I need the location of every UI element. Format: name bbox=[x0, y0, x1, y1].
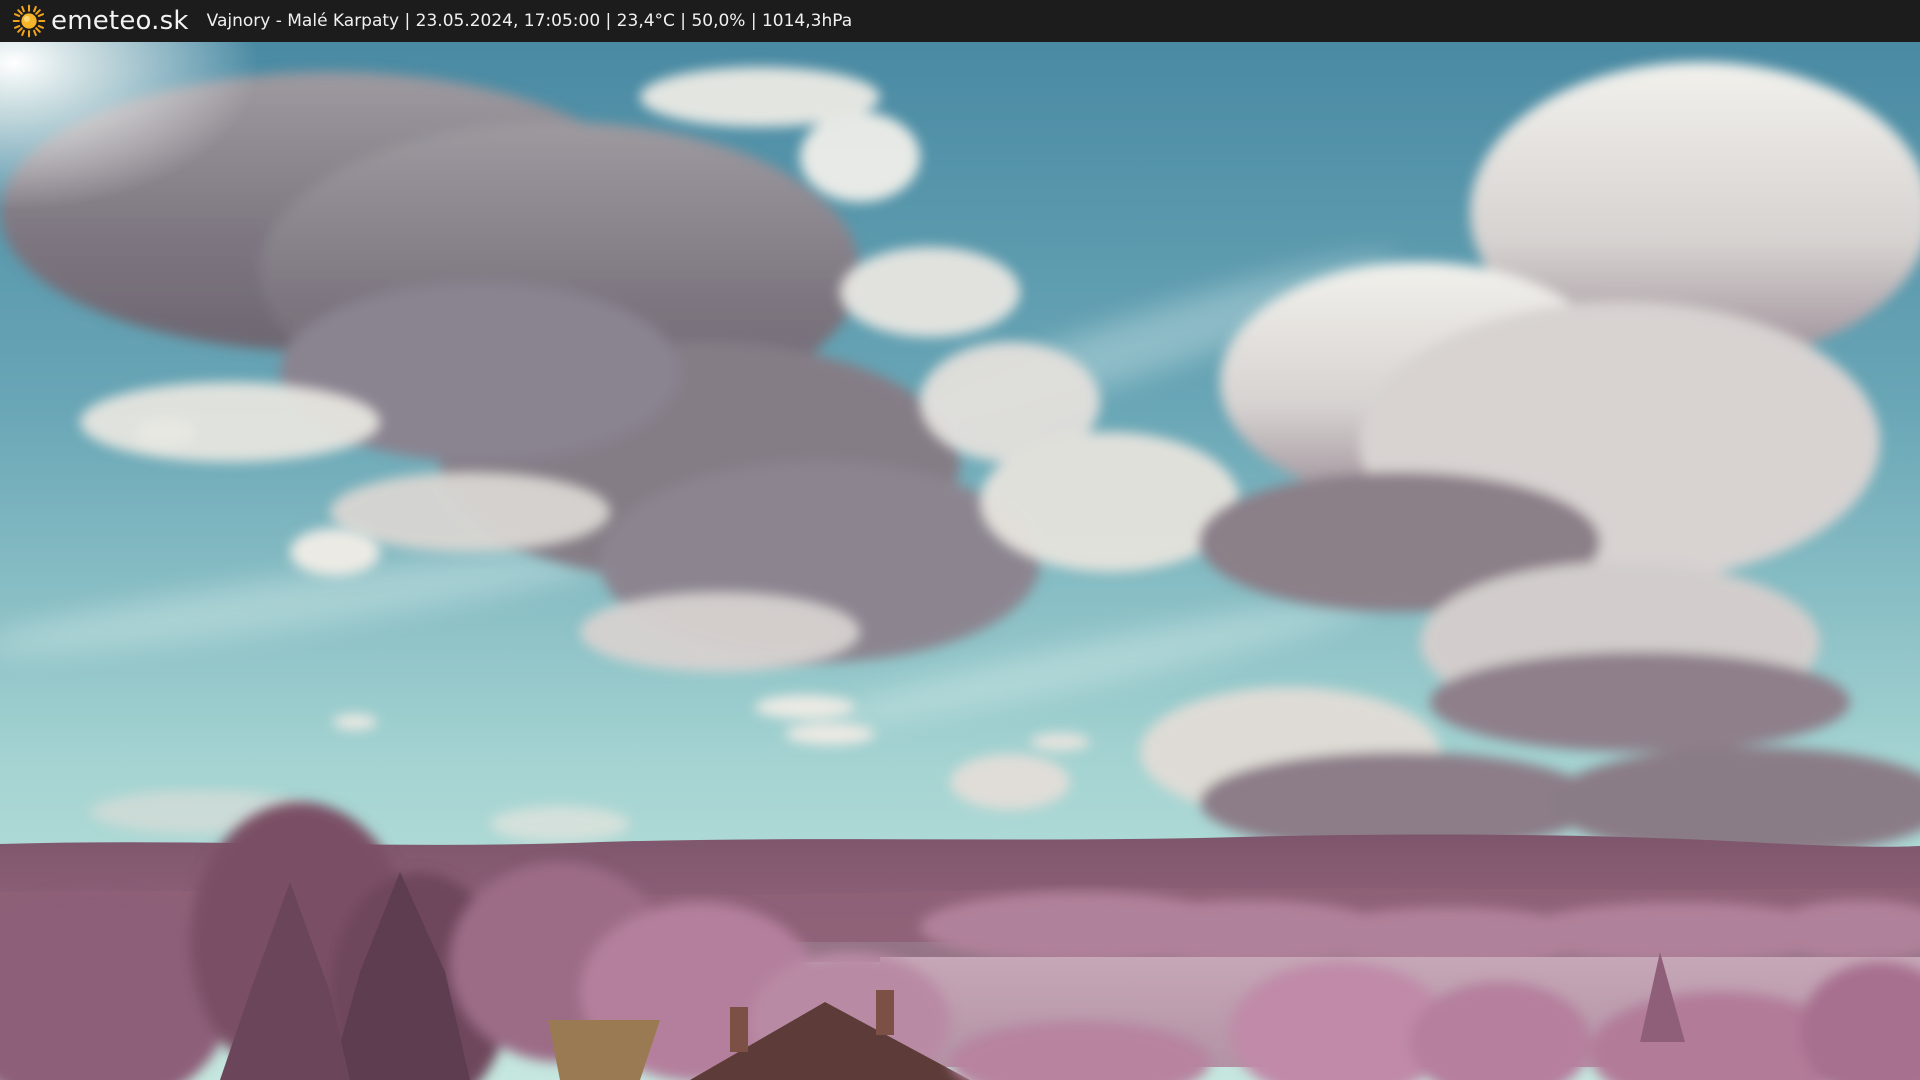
station-caption: Vajnory - Malé Karpaty | 23.05.2024, 17:… bbox=[206, 11, 853, 31]
site-logo[interactable]: emeteo.sk bbox=[12, 0, 189, 42]
sun-icon bbox=[12, 4, 46, 38]
top-bar: emeteo.sk Vajnory - Malé Karpaty | 23.05… bbox=[0, 0, 1920, 42]
logo-text: emeteo.sk bbox=[51, 6, 189, 36]
webcam-image bbox=[0, 42, 1920, 1080]
webcam-frame: emeteo.sk Vajnory - Malé Karpaty | 23.05… bbox=[0, 0, 1920, 1080]
